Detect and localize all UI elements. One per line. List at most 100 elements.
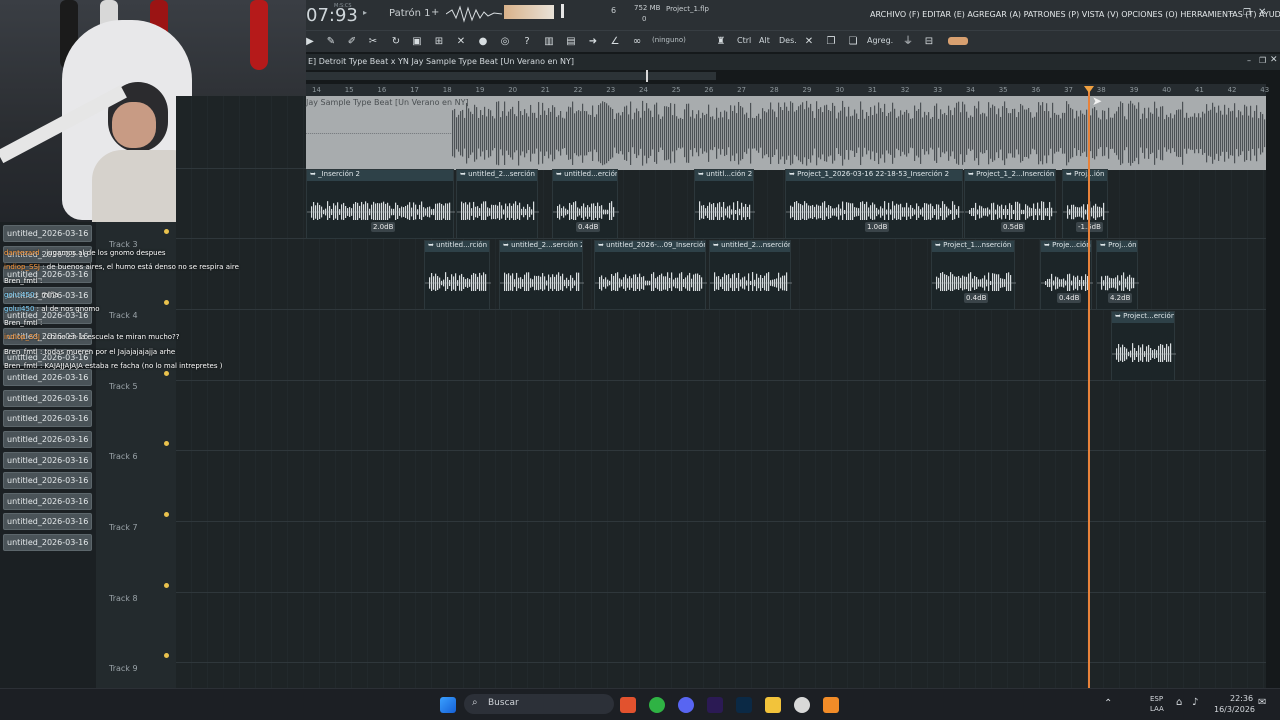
picker-clip-item[interactable]: untitled_2026-03-16 22- xyxy=(3,534,92,551)
restore-icon[interactable]: ❐ xyxy=(1243,8,1251,18)
horizontal-scrollbar[interactable] xyxy=(306,72,716,80)
cut-icon[interactable]: ✕ xyxy=(803,36,815,48)
track-name[interactable]: Track 6 xyxy=(109,452,138,461)
clip-label[interactable]: ➥ untitled_2...serción 2 xyxy=(500,241,582,252)
picker-clip-item[interactable]: untitled_2026-03-16 22- xyxy=(3,225,92,242)
track-led[interactable] xyxy=(164,229,169,234)
chevron-up-icon[interactable]: ⌃ xyxy=(1104,698,1112,709)
add-pattern-icon[interactable]: + xyxy=(431,7,439,18)
playhead[interactable] xyxy=(1088,86,1090,688)
magnet-icon[interactable]: ∠ xyxy=(609,36,621,48)
play-triangle-icon[interactable]: ▸ xyxy=(363,8,367,17)
piano-icon[interactable]: ▤ xyxy=(565,36,577,48)
snap-selector[interactable]: (ninguno) xyxy=(652,36,686,44)
language-indicator[interactable]: ESP xyxy=(1150,695,1163,703)
audio-clip[interactable]: ➥ untitl...ción 2 xyxy=(694,169,755,239)
mic-icon[interactable]: ● xyxy=(477,36,489,48)
clip-label[interactable]: ➥ Project_1...nserción 2 xyxy=(932,241,1014,252)
audio-clip-main[interactable] xyxy=(306,96,1266,170)
link-icon[interactable]: ∞ xyxy=(631,36,643,48)
track-led[interactable] xyxy=(164,653,169,658)
clip-label[interactable]: ➥ Proj...ón 2 xyxy=(1097,241,1137,252)
clip-label[interactable]: ➥ _Inserción 2 xyxy=(307,170,453,181)
main-menu[interactable]: ARCHIVO (F) EDITAR (E) AGREGAR (A) PATRO… xyxy=(870,10,1280,19)
close-icon[interactable]: ✕ xyxy=(1258,7,1266,18)
photoshop-icon[interactable] xyxy=(736,697,752,713)
clip-label[interactable]: ➥ untitled...erción 2 xyxy=(553,170,617,181)
clip-label[interactable]: ➥ untitled_2...serción 2 xyxy=(457,170,537,181)
file-explorer-icon[interactable] xyxy=(765,697,781,713)
timeline-ruler[interactable]: 14 15 16 17 18 19 20 21 22 23 24 25 26 27 28 29 30 31 32 33… xyxy=(306,84,1269,96)
plugin-picker[interactable] xyxy=(948,37,968,45)
track-name[interactable]: Track 9 xyxy=(109,664,138,673)
chat-username[interactable]: dantezard xyxy=(4,249,39,257)
network-icon[interactable]: ⌂ xyxy=(1176,697,1182,708)
audio-clip[interactable]: ➥ Project_1...nserción 2 0.4dB xyxy=(931,240,1016,310)
basket-icon[interactable]: ⊟ xyxy=(923,36,935,48)
audio-clip[interactable]: ➥ Proj...ión 2-1.5dB xyxy=(1062,169,1109,239)
save-icon[interactable]: ▣ xyxy=(411,36,423,48)
close-icon[interactable]: ✕ xyxy=(1270,55,1278,65)
chat-username[interactable]: golui450 xyxy=(4,305,34,313)
audio-clip[interactable]: ➥ Project_1_2...Inserción 2 0.5dB xyxy=(964,169,1057,239)
audio-clip[interactable]: ➥ untitled_2...nserción 2 xyxy=(709,240,792,310)
discord-icon[interactable] xyxy=(678,697,694,713)
clip-label[interactable]: ➥ Proje...ción 2 xyxy=(1041,241,1091,252)
pattern-icon[interactable]: ▥ xyxy=(543,36,555,48)
clip-label[interactable]: ➥ untitled_2026-...09_Inserción 2 xyxy=(595,241,705,252)
windows-start-icon[interactable] xyxy=(440,697,456,713)
loop-icon[interactable]: ↻ xyxy=(390,36,402,48)
track-led[interactable] xyxy=(164,583,169,588)
audio-clip[interactable]: ➥ untitled_2...serción 2 xyxy=(499,240,584,310)
chat-username[interactable]: Bren_fmtl xyxy=(4,362,38,370)
track-name[interactable]: Track 5 xyxy=(109,382,138,391)
pencil-icon[interactable]: ✎ xyxy=(325,36,337,48)
audio-clip[interactable]: ➥ Proj...ón 2 4.2dB xyxy=(1096,240,1139,310)
brush-icon[interactable]: ✂ xyxy=(367,36,379,48)
master-volume-slider[interactable] xyxy=(561,4,564,18)
whatsapp-icon[interactable] xyxy=(649,697,665,713)
chat-username[interactable]: Bren_fmtl xyxy=(4,348,38,356)
track-led[interactable] xyxy=(164,441,169,446)
des-button[interactable]: Des. xyxy=(779,36,797,45)
slice-icon[interactable]: ✕ xyxy=(455,36,467,48)
chat-username[interactable]: Bren_fmtl xyxy=(4,277,38,285)
audio-clip[interactable]: ➥ Proje...ción 2 0.4dB xyxy=(1040,240,1093,310)
clip-label[interactable]: ➥ Proj...ión 2 xyxy=(1063,170,1107,181)
picker-clip-item[interactable]: untitled_2026-03-16 22- xyxy=(3,451,92,469)
minimize-icon[interactable]: – xyxy=(1247,56,1251,65)
audio-clip[interactable]: ➥ Project...erción 2 xyxy=(1111,311,1176,381)
clip-label[interactable]: ➥ Project_1_2...Inserción 2 xyxy=(965,170,1055,181)
arrow-icon[interactable]: ▶ xyxy=(304,36,316,48)
ctrl-button[interactable]: Ctrl xyxy=(737,36,751,45)
picker-clip-item[interactable]: untitled_2026-03-16 22- xyxy=(3,513,92,531)
fl-studio-icon[interactable] xyxy=(823,697,839,713)
alt-button[interactable]: Alt xyxy=(759,36,770,45)
plug-icon[interactable]: ⏚ xyxy=(902,36,914,48)
audio-clip[interactable]: ➥ untitled...rción 2 xyxy=(424,240,491,310)
chat-username[interactable]: indiop_SSJ xyxy=(4,263,40,271)
forward-icon[interactable]: ➜ xyxy=(587,36,599,48)
clip-label[interactable]: ➥ Project_1_2026-03-16 22-18-53_Inserció… xyxy=(786,170,962,181)
clip-label[interactable]: ➥ untitled...rción 2 xyxy=(425,241,489,252)
restore-icon[interactable]: ❐ xyxy=(1259,56,1266,65)
clip-label[interactable]: ➥ Project...erción 2 xyxy=(1112,312,1174,323)
picker-clip-item[interactable]: untitled_2026-03-16 22- xyxy=(3,492,92,510)
notification-icon[interactable]: ✉ xyxy=(1258,697,1266,708)
track-name[interactable]: Track 8 xyxy=(109,594,138,603)
audio-clip[interactable]: ➥ Project_1_2026-03-16 22-18-53_Inserció… xyxy=(785,169,964,239)
playhead-marker[interactable] xyxy=(1084,86,1094,93)
brave-icon[interactable] xyxy=(620,697,636,713)
comment-icon[interactable]: ◎ xyxy=(499,36,511,48)
picker-clip-item[interactable]: untitled_2026-03-16 22- xyxy=(3,431,92,448)
clock-time[interactable]: 22:36 xyxy=(1230,694,1253,703)
minimize-icon[interactable]: – xyxy=(1229,8,1234,19)
chat-username[interactable]: indiop_SSJ xyxy=(4,333,40,341)
volume-icon[interactable]: ♪ xyxy=(1192,697,1198,708)
clip-label[interactable]: ➥ untitled_2...nserción 2 xyxy=(710,241,790,252)
chat-username[interactable]: Bren_fmtl xyxy=(4,319,38,327)
help-icon[interactable]: ? xyxy=(521,36,533,48)
audio-clip[interactable]: ➥ untitled...erción 2 0.4dB xyxy=(552,169,619,239)
taskbar-search[interactable]: Buscar xyxy=(464,694,614,714)
picker-clip-item[interactable]: untitled_2026-03-16 22- xyxy=(3,389,92,407)
